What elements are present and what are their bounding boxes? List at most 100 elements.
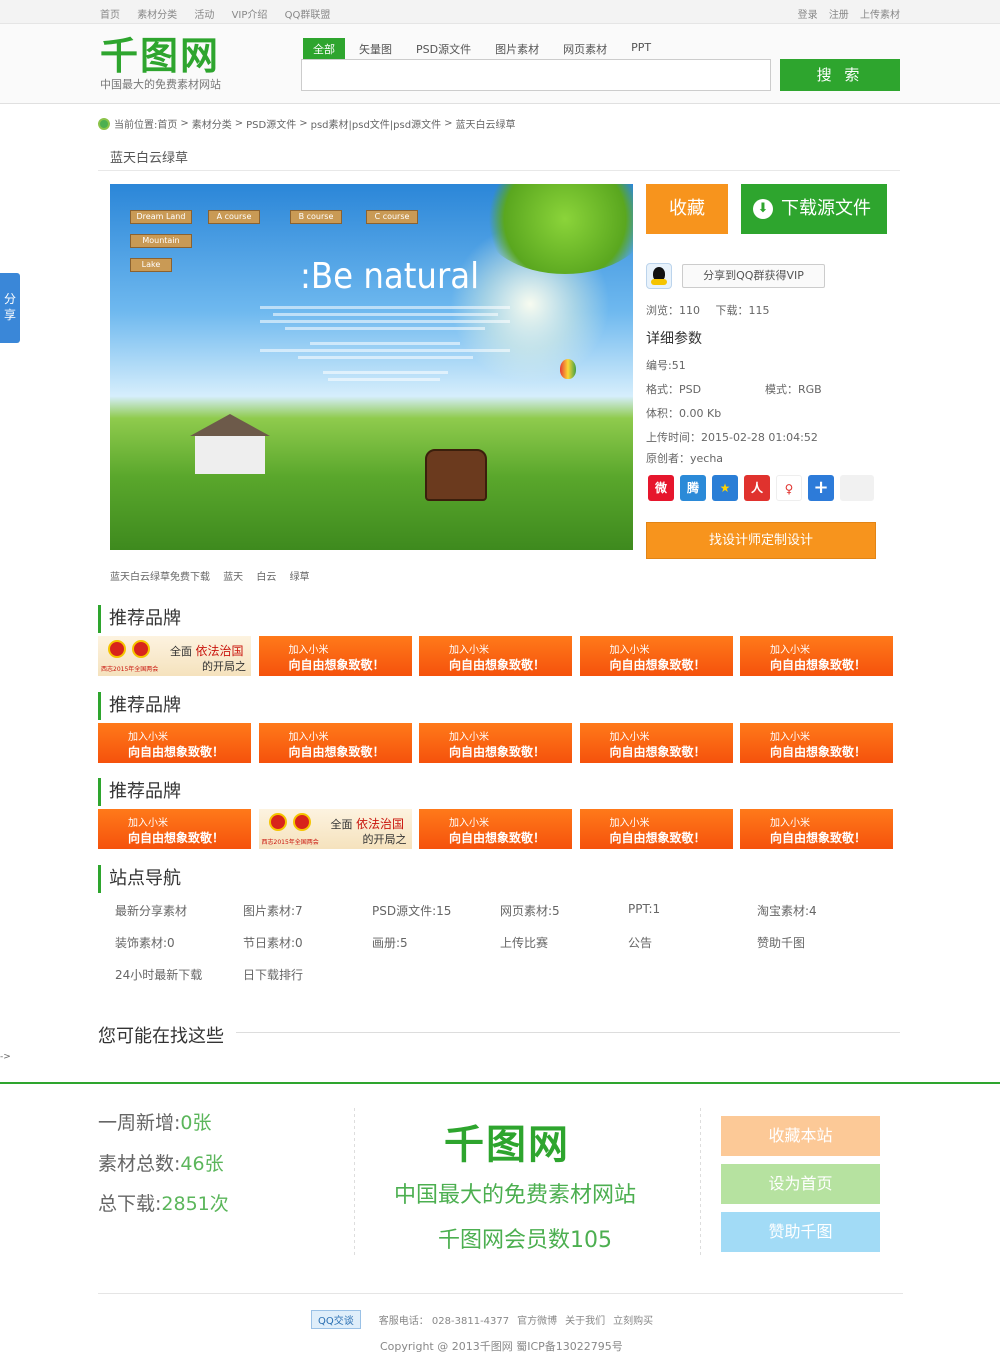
site-nav-item[interactable]: 图片素材:7 xyxy=(243,902,303,919)
footer-divider xyxy=(0,1082,1000,1084)
search-tab-ppt[interactable]: PPT xyxy=(621,38,661,60)
footer-separator xyxy=(354,1108,355,1258)
douban-icon[interactable]: ♀ xyxy=(776,475,802,501)
top-nav-categories[interactable]: 素材分类 xyxy=(137,10,177,21)
search-tab-psd[interactable]: PSD源文件 xyxy=(406,38,481,60)
share-vip-button[interactable]: 分享到QQ群获得VIP xyxy=(682,264,825,288)
sign-mountain: Mountain xyxy=(130,234,192,248)
site-nav-item[interactable]: 日下载排行 xyxy=(243,966,303,983)
footer-contact: QQ交谈 客服电话： 028-3811-4377 官方微博 关于我们 立刻购买 xyxy=(311,1310,661,1329)
xiaomi-banner-ad[interactable]: 加入小米 向自由想象致敬！ xyxy=(740,723,893,763)
set-homepage-button[interactable]: 设为首页 xyxy=(721,1164,880,1204)
xiaomi-banner-ad[interactable]: 加入小米 向自由想象致敬！ xyxy=(98,723,251,763)
download-label: 下载源文件 xyxy=(781,198,871,219)
tag-item[interactable]: 白云 xyxy=(256,572,276,583)
site-nav-item[interactable]: 网页素材:5 xyxy=(500,902,560,919)
site-nav-item[interactable]: 24小时最新下载 xyxy=(115,966,202,983)
sign-c-course: C course xyxy=(366,210,418,224)
tag-item[interactable]: 蓝天白云绿草免费下载 xyxy=(110,572,210,583)
site-nav-item[interactable]: 画册:5 xyxy=(372,934,408,951)
search-tab-images[interactable]: 图片素材 xyxy=(485,38,549,60)
site-nav-item[interactable]: 公告 xyxy=(628,934,652,951)
site-nav-item[interactable]: 最新分享素材 xyxy=(115,902,187,919)
national-emblem-icon xyxy=(108,640,126,658)
breadcrumb-separator: > xyxy=(234,118,244,129)
gov-ad-line3: 西志2015年全国两会 xyxy=(261,839,319,846)
top-nav-events[interactable]: 活动 xyxy=(194,10,214,21)
top-nav-home[interactable]: 首页 xyxy=(100,10,120,21)
site-nav-item[interactable]: 赞助千图 xyxy=(757,934,805,951)
site-nav-item[interactable]: 节日素材:0 xyxy=(243,934,303,951)
tag-item[interactable]: 蓝天 xyxy=(223,572,243,583)
preview-headline: :Be natural xyxy=(300,256,480,297)
weibo-icon[interactable]: 微 xyxy=(648,475,674,501)
login-link[interactable]: 登录 xyxy=(798,10,818,21)
custom-design-button[interactable]: 找设计师定制设计 xyxy=(646,522,876,559)
renren-icon[interactable]: 人 xyxy=(744,475,770,501)
location-icon xyxy=(98,117,110,130)
more-share-icon[interactable]: + xyxy=(808,475,834,501)
site-nav-heading: 站点导航 xyxy=(98,865,900,893)
bookmark-site-button[interactable]: 收藏本站 xyxy=(721,1116,880,1156)
top-nav-vip[interactable]: VIP介绍 xyxy=(232,10,268,21)
xiaomi-banner-ad[interactable]: 加入小米 向自由想象致敬！ xyxy=(419,809,572,849)
xiaomi-banner-ad[interactable]: 加入小米 向自由想象致敬！ xyxy=(258,636,412,676)
xiaomi-banner-ad[interactable]: 加入小米 向自由想象致敬！ xyxy=(579,636,733,676)
header: 千图网 中国最大的免费素材网站 全部 矢量图 PSD源文件 图片素材 网页素材 … xyxy=(0,24,1000,104)
gov-ad-line1: 全面 依法治国 xyxy=(330,817,405,831)
copyright: Copyright @ 2013千图网 蜀ICP备13022795号 xyxy=(380,1340,623,1353)
downloads-count: 下载：115 xyxy=(715,304,770,317)
treasure-chest-illustration xyxy=(425,449,487,501)
breadcrumb-separator: > xyxy=(180,118,189,129)
breadcrumb-psd-materials[interactable]: psd素材|psd文件|psd源文件 xyxy=(311,116,441,131)
search-input[interactable] xyxy=(301,59,771,91)
qzone-icon[interactable]: ★ xyxy=(712,475,738,501)
sign-lake: Lake xyxy=(130,258,172,272)
xiaomi-banner-ad[interactable]: 加入小米 向自由想象致敬！ xyxy=(419,636,572,676)
search-tab-all[interactable]: 全部 xyxy=(303,38,345,60)
download-button[interactable]: ⬇ 下载源文件 xyxy=(741,184,887,234)
site-nav-item[interactable]: 装饰素材:0 xyxy=(115,934,175,951)
breadcrumb-home[interactable]: 首页 xyxy=(157,116,177,131)
xiaomi-banner-ad[interactable]: 加入小米 向自由想象致敬！ xyxy=(740,809,893,849)
tencent-weibo-icon[interactable]: 腾 xyxy=(680,475,706,501)
official-weibo-link[interactable]: 官方微博 xyxy=(517,1312,557,1327)
breadcrumb-psd[interactable]: PSD源文件 xyxy=(246,116,296,131)
register-link[interactable]: 注册 xyxy=(829,10,849,21)
favorite-button[interactable]: 收藏 xyxy=(646,184,728,234)
preview-image[interactable]: Dream Land A course B course C course Mo… xyxy=(110,184,633,550)
gov-banner-ad[interactable]: 全面 依法治国 的开局之 西志2015年全国两会 xyxy=(98,636,251,676)
xiaomi-banner-ad[interactable]: 加入小米 向自由想象致敬！ xyxy=(98,809,251,849)
site-nav-item[interactable]: PSD源文件:15 xyxy=(372,902,451,919)
details-heading: 详细参数 xyxy=(646,331,702,347)
site-nav-item[interactable]: 淘宝素材:4 xyxy=(757,902,817,919)
top-nav-qq-group[interactable]: QQ群联盟 xyxy=(285,10,331,21)
search-tab-web[interactable]: 网页素材 xyxy=(553,38,617,60)
xiaomi-banner-ad[interactable]: 加入小米 向自由想象致敬！ xyxy=(258,723,412,763)
account-links: 登录 注册 上传素材 xyxy=(790,6,900,21)
buy-now-link[interactable]: 立刻购买 xyxy=(613,1312,653,1327)
site-nav-item[interactable]: PPT:1 xyxy=(628,902,660,916)
search-button[interactable]: 搜 索 xyxy=(780,59,900,91)
stray-text: -> xyxy=(0,1052,11,1062)
tag-item[interactable]: 绿草 xyxy=(290,572,310,583)
share-side-tab[interactable]: 分享 xyxy=(0,273,20,343)
gov-banner-ad[interactable]: 全面 依法治国 的开局之 西志2015年全国两会 xyxy=(258,809,412,849)
xiaomi-banner-ad[interactable]: 加入小米 向自由想象致敬！ xyxy=(740,636,893,676)
footer-bottom-divider xyxy=(98,1293,903,1294)
about-us-link[interactable]: 关于我们 xyxy=(565,1312,605,1327)
xiaomi-banner-ad[interactable]: 加入小米 向自由想象致敬！ xyxy=(419,723,572,763)
sponsor-button[interactable]: 赞助千图 xyxy=(721,1212,880,1252)
site-nav-item[interactable]: 上传比赛 xyxy=(500,934,548,951)
site-logo[interactable]: 千图网 中国最大的免费素材网站 xyxy=(100,36,221,92)
search-tab-vector[interactable]: 矢量图 xyxy=(349,38,402,60)
brand-banner-row: 加入小米 向自由想象致敬！ 全面 依法治国 的开局之 西志2015年全国两会 加入… xyxy=(98,809,901,849)
qq-penguin-icon xyxy=(646,263,672,289)
breadcrumb-categories[interactable]: 素材分类 xyxy=(192,116,232,131)
xiaomi-banner-ad[interactable]: 加入小米 向自由想象致敬！ xyxy=(579,723,733,763)
upload-link[interactable]: 上传素材 xyxy=(860,10,900,21)
qq-chat-button[interactable]: QQ交谈 xyxy=(311,1310,361,1329)
xiaomi-banner-ad[interactable]: 加入小米 向自由想象致敬！ xyxy=(579,809,733,849)
brand-section-heading: 推荐品牌 xyxy=(98,605,900,633)
search-tabs: 全部 矢量图 PSD源文件 图片素材 网页素材 PPT xyxy=(303,38,665,60)
